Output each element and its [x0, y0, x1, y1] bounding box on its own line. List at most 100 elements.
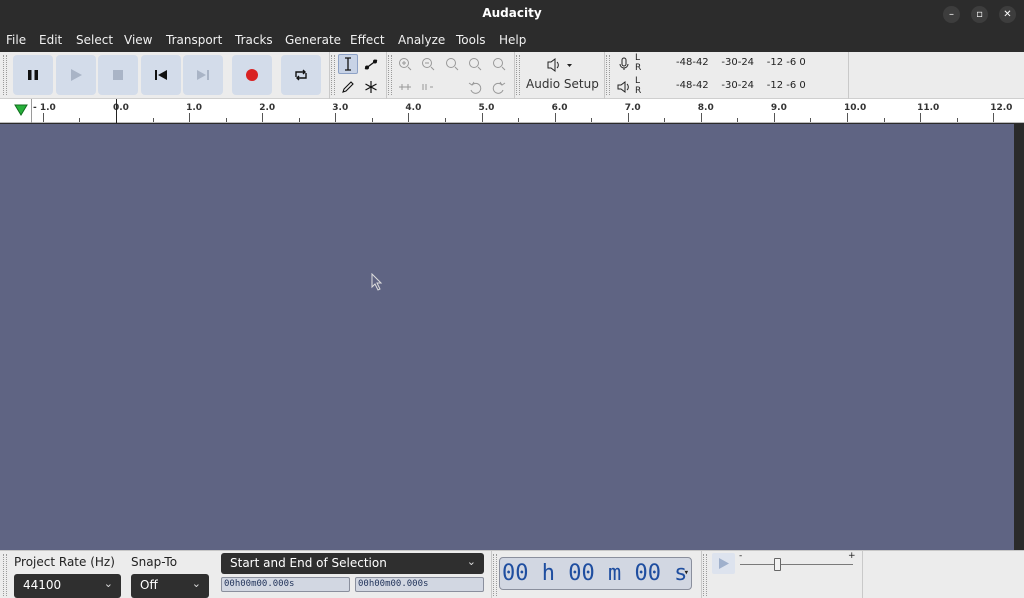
menu-effect[interactable]: Effect [350, 33, 385, 47]
ruler-tick [554, 113, 556, 122]
selection-mode-value: Start and End of Selection [230, 556, 387, 570]
ruler-tick [481, 113, 483, 122]
menu-tracks[interactable]: Tracks [235, 33, 273, 47]
ruler-minor-tick [956, 118, 958, 122]
play-at-speed-button[interactable] [712, 553, 735, 574]
project-rate-value: 44100 [23, 578, 62, 592]
playback-speed-thumb[interactable] [774, 558, 781, 571]
stop-button[interactable] [98, 55, 138, 95]
menu-file[interactable]: File [6, 33, 26, 47]
envelope-tool[interactable] [361, 54, 381, 74]
audio-setup-button[interactable]: Audio Setup [521, 53, 601, 98]
fit-project-button[interactable] [465, 54, 485, 74]
ruler-tick [408, 113, 410, 122]
multi-tool[interactable] [361, 77, 381, 97]
chevron-down-icon: ⌄ [103, 577, 113, 590]
zoom-in-icon [399, 58, 412, 71]
maximize-button[interactable]: ▫ [971, 6, 988, 23]
pause-button[interactable] [13, 55, 53, 95]
record-button[interactable] [232, 55, 272, 95]
ruler-tick [993, 113, 995, 122]
undo-button[interactable] [465, 77, 485, 97]
meter-right-label: R [635, 86, 642, 96]
loop-button[interactable] [281, 55, 321, 95]
playback-speed-slider[interactable] [740, 564, 853, 565]
zoom-out-button[interactable] [418, 54, 438, 74]
menu-transport[interactable]: Transport [166, 33, 222, 47]
toolbar-grip[interactable] [388, 55, 392, 95]
speaker-dropdown-icon [547, 58, 572, 72]
redo-button[interactable] [489, 77, 509, 97]
timeline-ruler[interactable]: - 1.0 0.0 1.0 2.0 3.0 4.0 5.0 6.0 7.0 8.0 9.0 10.0 1… [0, 99, 1024, 123]
loop-icon [295, 69, 307, 81]
toolbar-grip[interactable] [331, 55, 335, 95]
selection-start-time[interactable]: 00h00m00.000s [221, 577, 350, 592]
audio-setup-label: Audio Setup [526, 77, 599, 91]
toolbar-grip[interactable] [3, 55, 7, 95]
zoom-toggle-button[interactable] [489, 54, 509, 74]
snap-to-label: Snap-To [131, 555, 178, 569]
ruler-label: 2.0 [259, 103, 276, 113]
menu-tools[interactable]: Tools [456, 33, 486, 47]
track-area[interactable] [0, 124, 1014, 550]
ruler-minor-tick [79, 118, 81, 122]
toolbar-separator [491, 551, 492, 598]
skip-to-start-button[interactable] [141, 55, 181, 95]
ruler-minor-tick [298, 118, 300, 122]
ruler-minor-tick [737, 118, 739, 122]
ruler-label: 11.0 [917, 103, 940, 113]
selection-mode-select[interactable]: Start and End of Selection ⌄ [221, 553, 484, 574]
playback-meter[interactable]: LR -48-42 -30-24 -12 -6 0 [610, 76, 845, 99]
ruler-minor-tick [152, 118, 154, 122]
ruler-label: - 1.0 [33, 103, 56, 113]
toolbar-grip[interactable] [493, 554, 497, 596]
selection-tool[interactable] [338, 54, 358, 74]
menu-edit[interactable]: Edit [39, 33, 62, 47]
ruler-tick [42, 113, 44, 122]
fit-selection-button[interactable] [442, 54, 462, 74]
envelope-icon [364, 59, 378, 70]
dropdown-arrow-icon: ▾ [683, 568, 689, 578]
audacity-window: Audacity – ▫ ✕ File Edit Select View Tra… [0, 0, 1024, 598]
play-head-icon[interactable] [14, 104, 28, 116]
close-button[interactable]: ✕ [999, 6, 1016, 23]
play-button[interactable] [56, 55, 96, 95]
menu-view[interactable]: View [124, 33, 152, 47]
draw-tool[interactable] [338, 77, 358, 97]
toolbar-grip[interactable] [3, 554, 7, 596]
toolbar-separator [862, 551, 863, 598]
toolbar-separator [514, 52, 515, 99]
minimize-button[interactable]: – [943, 6, 960, 23]
ruler-minor-tick [810, 118, 812, 122]
selection-end-time[interactable]: 00h00m00.000s [355, 577, 484, 592]
skip-to-end-button[interactable] [183, 55, 223, 95]
toolbar-separator [386, 52, 387, 99]
ruler-label: 7.0 [624, 103, 641, 113]
silence-audio-button[interactable] [418, 77, 438, 97]
toolbar-grip[interactable] [516, 55, 520, 95]
zoom-fit-icon [469, 58, 482, 71]
trim-audio-button[interactable] [395, 77, 415, 97]
top-toolbars: LR -48-42 -30-24 -12 -6 0 LR -48-42 -30-… [0, 52, 1024, 99]
record-meter[interactable]: LR -48-42 -30-24 -12 -6 0 [610, 53, 845, 76]
vertical-scrollbar[interactable] [1014, 124, 1024, 550]
audio-position-display[interactable]: 00 h 00 m 00 s ▾ [499, 557, 692, 590]
toolbar-grip[interactable] [703, 554, 707, 596]
undo-icon [468, 81, 482, 94]
project-rate-select[interactable]: 44100 ⌄ [14, 574, 121, 598]
ruler-label: 3.0 [332, 103, 349, 113]
menu-help[interactable]: Help [499, 33, 526, 47]
zoom-in-button[interactable] [395, 54, 415, 74]
snap-to-value: Off [140, 578, 158, 592]
snap-to-select[interactable]: Off ⌄ [131, 574, 209, 598]
menu-select[interactable]: Select [76, 33, 113, 47]
menu-analyze[interactable]: Analyze [398, 33, 445, 47]
chevron-down-icon: ⌄ [466, 555, 476, 568]
menu-generate[interactable]: Generate [285, 33, 341, 47]
chevron-down-icon: ⌄ [191, 577, 201, 590]
timeline-cursor [116, 99, 117, 123]
toolbar-separator [848, 52, 849, 99]
meter-right-label: R [635, 63, 642, 73]
ruler-minor-tick [371, 118, 373, 122]
ruler-label: 6.0 [551, 103, 568, 113]
